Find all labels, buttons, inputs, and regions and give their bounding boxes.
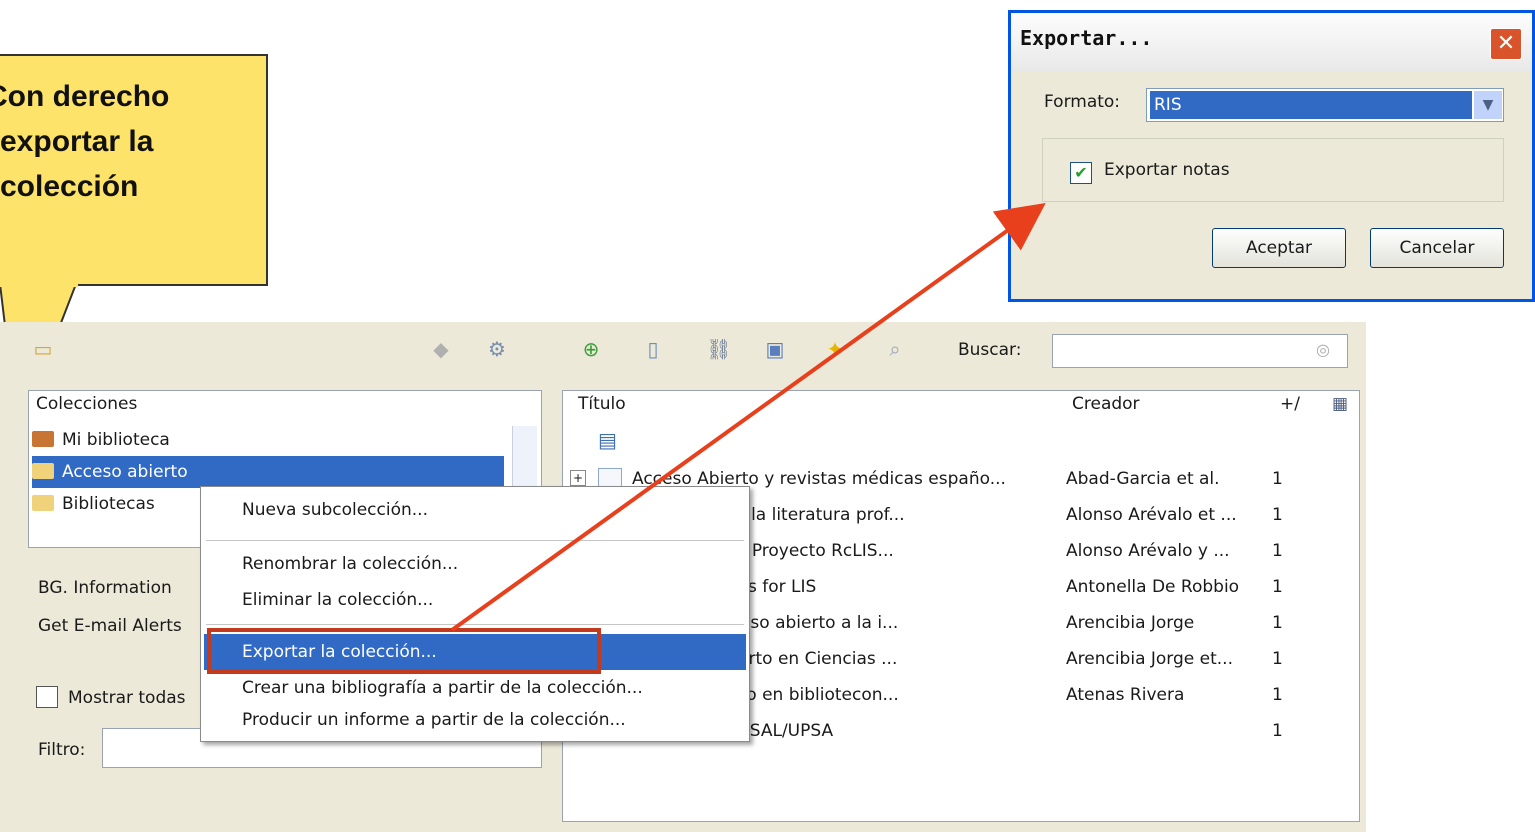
menu-separator [206,540,744,541]
menu-item-generate-report[interactable]: Producir un informe a partir de la colec… [242,710,626,730]
search-input[interactable] [1052,334,1348,368]
remove-icon[interactable]: ◆ [428,336,454,362]
column-title[interactable]: Título [578,394,626,414]
library-icon [32,431,54,447]
column-picker-icon[interactable]: ▦ [1332,394,1348,414]
export-notes-checkbox[interactable]: ✔ [1070,162,1092,184]
dialog-title: Exportar... [1020,26,1153,50]
menu-separator [206,624,744,625]
cancel-button[interactable]: Cancelar [1370,228,1504,268]
new-item-icon[interactable]: ⊕ [578,336,604,362]
snapshot-icon[interactable]: ▣ [762,336,788,362]
tag-item[interactable]: Get E-mail Alerts [38,616,182,636]
close-icon[interactable]: ✕ [1490,28,1522,60]
callout-box: Con derecho exportar la colección [0,54,268,286]
expand-icon[interactable]: + [570,470,586,486]
folder-icon [32,463,54,479]
collections-header: Colecciones [36,394,138,414]
context-menu [200,486,750,742]
collection-item[interactable]: Mi biblioteca [32,424,502,456]
column-creator[interactable]: Creador [1072,394,1140,414]
tag-item[interactable]: BG. Information [38,578,172,598]
menu-item-new-subcollection[interactable]: Nueva subcolección... [242,500,428,520]
tag-icon[interactable]: ✦ [822,336,848,362]
format-label: Formato: [1044,92,1121,112]
folder-icon [32,495,54,511]
search-clear-icon[interactable]: ◎ [1316,340,1336,360]
menu-item-create-bibliography[interactable]: Crear una bibliografía a partir de la co… [242,678,643,698]
show-all-checkbox[interactable] [36,686,58,708]
new-collection-icon[interactable]: ▭ [30,336,56,362]
actions-gear-icon[interactable]: ⚙ [484,336,510,362]
new-note-icon[interactable]: ▯ [640,336,666,362]
export-notes-label: Exportar notas [1104,160,1230,180]
format-select-value[interactable]: RIS [1150,91,1472,119]
menu-item-rename-collection[interactable]: Renombrar la colección... [242,554,458,574]
collection-item-selected[interactable]: Acceso abierto [32,456,504,488]
callout-text: Con derecho exportar la colección [0,80,170,203]
accept-button[interactable]: Aceptar [1212,228,1346,268]
chevron-down-icon[interactable]: ▼ [1474,91,1502,119]
menu-item-delete-collection[interactable]: Eliminar la colección... [242,590,433,610]
column-count[interactable]: +/ [1280,394,1300,414]
show-all-label: Mostrar todas [68,688,186,708]
book-icon: ▤ [598,428,617,452]
advanced-search-icon[interactable]: ⌕ [882,336,908,362]
link-icon[interactable]: ⛓ [706,336,732,362]
search-label: Buscar: [958,340,1022,360]
export-highlight-box [207,628,601,674]
filter-label: Filtro: [38,740,86,760]
